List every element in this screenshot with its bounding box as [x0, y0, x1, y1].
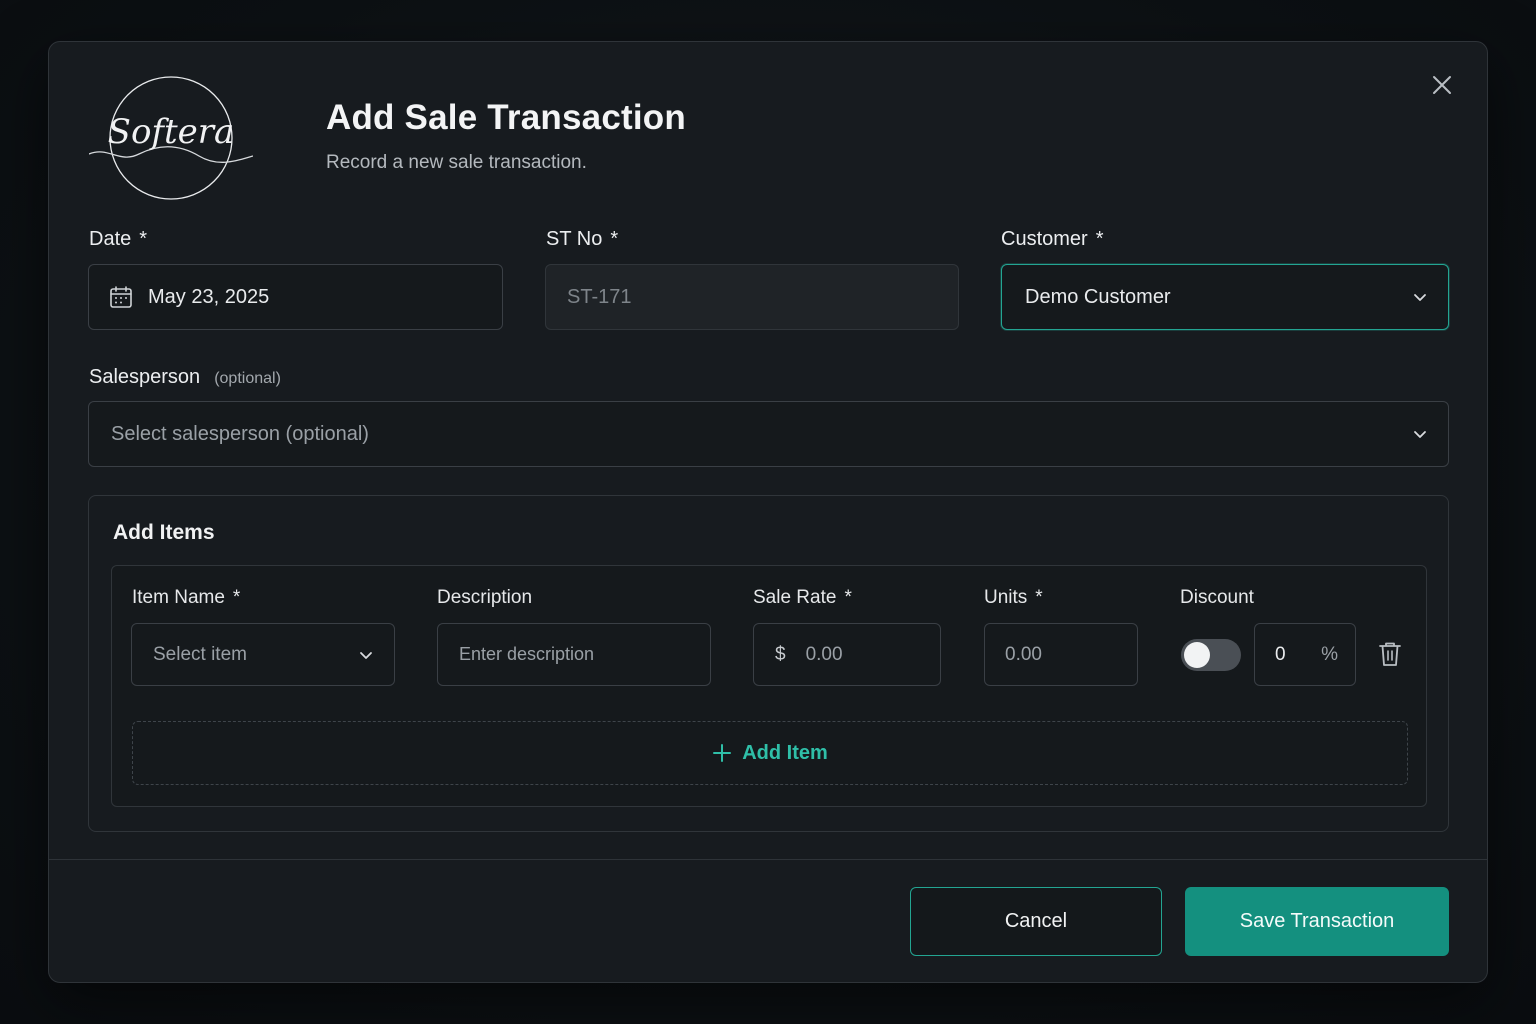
company-logo: Softera: [88, 76, 254, 202]
add-sale-transaction-dialog: Softera Add Sale Transaction Record a ne…: [48, 41, 1488, 983]
dialog-header: Add Sale Transaction Record a new sale t…: [326, 98, 686, 174]
discount-toggle-knob: [1184, 642, 1210, 668]
discount-value: 0: [1275, 643, 1286, 665]
footer-divider: [49, 859, 1487, 860]
add-item-button[interactable]: Add Item: [132, 721, 1408, 785]
salesperson-label: Salesperson (optional): [89, 366, 281, 388]
discount-label: Discount: [1180, 587, 1254, 608]
dialog-title: Add Sale Transaction: [326, 98, 686, 137]
item-select-placeholder: Select item: [153, 643, 247, 665]
description-input[interactable]: Enter description: [437, 623, 711, 686]
customer-value: Demo Customer: [1025, 285, 1171, 308]
add-item-label: Add Item: [742, 741, 828, 764]
st-no-field: ST-171: [545, 264, 959, 330]
sale-rate-label: Sale Rate *: [753, 587, 852, 608]
discount-toggle[interactable]: [1181, 639, 1241, 671]
st-no-value: ST-171: [567, 285, 632, 308]
trash-icon: [1379, 642, 1401, 666]
st-no-label: ST No *: [546, 228, 619, 250]
units-placeholder: 0.00: [1005, 643, 1042, 665]
customer-select[interactable]: Demo Customer: [1001, 264, 1449, 330]
currency-symbol: $: [775, 643, 786, 665]
close-icon: [1433, 76, 1451, 94]
description-label: Description: [437, 587, 533, 608]
chevron-down-icon: [360, 652, 372, 659]
discount-input[interactable]: 0 %: [1254, 623, 1356, 686]
chevron-down-icon: [1414, 431, 1426, 438]
calendar-icon: [110, 286, 132, 308]
percent-suffix: %: [1321, 643, 1338, 665]
date-value: May 23, 2025: [148, 285, 270, 308]
item-select[interactable]: Select item: [131, 623, 395, 686]
delete-item-button[interactable]: [1378, 641, 1402, 667]
units-label: Units *: [984, 587, 1043, 608]
item-name-label: Item Name *: [132, 587, 241, 608]
date-label: Date *: [89, 228, 148, 250]
customer-label: Customer *: [1001, 228, 1104, 250]
cancel-button[interactable]: Cancel: [910, 887, 1162, 956]
date-picker[interactable]: May 23, 2025: [88, 264, 503, 330]
salesperson-placeholder: Select salesperson (optional): [111, 422, 369, 445]
sale-rate-placeholder: 0.00: [805, 643, 843, 665]
description-placeholder: Enter description: [459, 644, 595, 664]
save-transaction-button[interactable]: Save Transaction: [1185, 887, 1449, 956]
dialog-subtitle: Record a new sale transaction.: [326, 152, 587, 173]
items-section-title: Add Items: [113, 521, 215, 544]
close-button[interactable]: [1429, 72, 1455, 98]
chevron-down-icon: [1414, 294, 1426, 301]
salesperson-select[interactable]: Select salesperson (optional): [88, 401, 1449, 467]
sale-rate-input[interactable]: $ 0.00: [753, 623, 941, 686]
units-input[interactable]: 0.00: [984, 623, 1138, 686]
items-section: Add Items Item Name * Description Sale Ra…: [88, 495, 1449, 832]
item-row-container: Item Name * Description Sale Rate * Units *…: [111, 565, 1427, 807]
plus-icon: [713, 744, 732, 762]
svg-text:Softera: Softera: [108, 112, 235, 152]
